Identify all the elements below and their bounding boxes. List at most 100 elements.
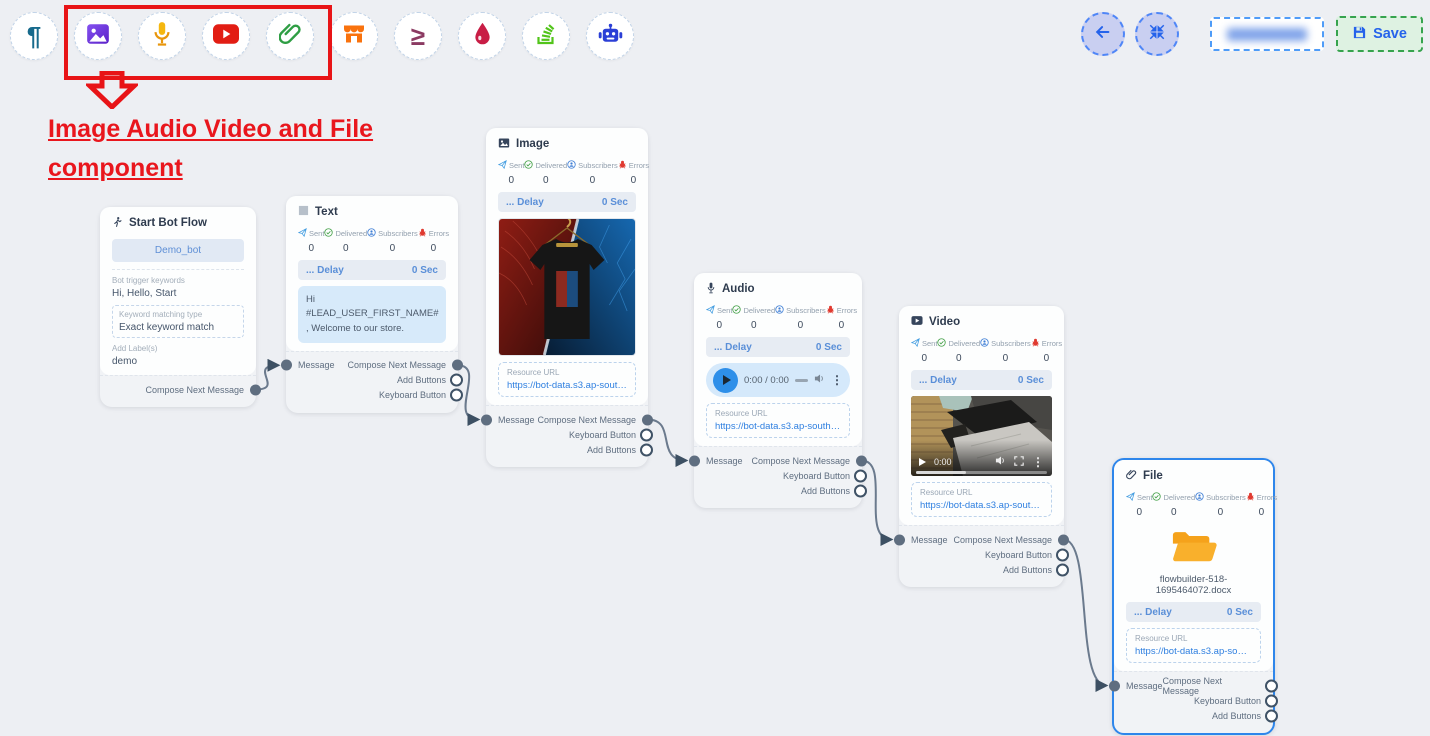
port-message: Message bbox=[706, 456, 743, 466]
node-file[interactable]: File Sent0 Delivered0 Subscribers0 Error… bbox=[1112, 458, 1275, 735]
flow-canvas[interactable]: ¶ ≥ bbox=[0, 0, 1430, 736]
image-preview[interactable] bbox=[498, 218, 636, 356]
keyword-matching-field[interactable]: Keyword matching type Exact keyword matc… bbox=[112, 305, 244, 338]
toolbar-condition-button[interactable]: ≥ bbox=[394, 12, 442, 60]
toolbar-paragraph-button[interactable]: ¶ bbox=[10, 12, 58, 60]
node-start-bot-flow[interactable]: Start Bot Flow Demo_bot Bot trigger keyw… bbox=[100, 207, 256, 407]
output-handle-add-buttons[interactable] bbox=[1265, 709, 1278, 722]
delay-bar[interactable]: ... Delay0 Sec bbox=[498, 192, 636, 212]
sent-icon bbox=[1126, 492, 1135, 503]
resource-url-link[interactable]: https://bot-data.s3.ap-southeast-1.wasab… bbox=[1135, 646, 1252, 657]
greater-equal-icon: ≥ bbox=[411, 23, 425, 49]
node-title: File bbox=[1143, 470, 1163, 482]
delay-bar[interactable]: ... Delay0 Sec bbox=[1126, 602, 1261, 622]
toolbar-store-button[interactable] bbox=[330, 12, 378, 60]
subscriber-icon bbox=[1195, 492, 1204, 503]
delay-bar[interactable]: ... Delay0 Sec bbox=[911, 370, 1052, 390]
speaker-icon[interactable] bbox=[814, 373, 825, 387]
input-handle[interactable] bbox=[281, 360, 292, 371]
output-handle-keyboard[interactable] bbox=[1265, 694, 1278, 707]
output-handle-add-buttons[interactable] bbox=[1056, 563, 1069, 576]
audio-time: 0:00 / 0:00 bbox=[744, 375, 789, 386]
output-handle[interactable] bbox=[642, 414, 653, 425]
bot-name-pill[interactable]: Demo_bot bbox=[112, 239, 244, 262]
folder-icon bbox=[1126, 528, 1261, 568]
speaker-icon[interactable] bbox=[995, 455, 1006, 469]
store-icon bbox=[342, 22, 366, 51]
node-title: Text bbox=[315, 206, 338, 218]
port-keyboard-button: Keyboard Button bbox=[985, 550, 1052, 560]
resource-url-box: Resource URL https://bot-data.s3.ap-sout… bbox=[498, 362, 636, 397]
check-circle-icon bbox=[324, 228, 333, 239]
kebab-menu-icon[interactable]: ⋮ bbox=[831, 373, 843, 387]
input-handle[interactable] bbox=[894, 534, 905, 545]
node-video[interactable]: Video Sent0 Delivered0 Subscribers0 Erro… bbox=[899, 306, 1064, 587]
node-image[interactable]: Image Sent0 Delivered0 Subscribers0 Erro… bbox=[486, 128, 648, 467]
port-keyboard-button: Keyboard Button bbox=[783, 471, 850, 481]
text-block-icon bbox=[298, 205, 309, 219]
play-icon[interactable] bbox=[919, 458, 926, 466]
resource-url-link[interactable]: https://bot-data.s3.ap-southeast-1.wasab… bbox=[507, 380, 627, 391]
file-name: flowbuilder-518-1695464072.docx bbox=[1126, 574, 1261, 596]
video-player[interactable]: 0:00 ⋮ bbox=[911, 396, 1052, 476]
bot-trigger-keywords-value[interactable]: Hi, Hello, Start bbox=[112, 288, 244, 299]
node-text[interactable]: Text Sent0 Delivered0 Subscribers0 Error… bbox=[286, 196, 458, 413]
check-circle-icon bbox=[732, 305, 741, 316]
port-compose-next-message: Compose Next Message bbox=[751, 456, 850, 466]
port-add-buttons: Add Buttons bbox=[587, 445, 636, 455]
output-handle-add-buttons[interactable] bbox=[854, 484, 867, 497]
add-labels-value[interactable]: demo bbox=[112, 356, 244, 367]
sent-icon bbox=[706, 305, 715, 316]
resource-url-link[interactable]: https://bot-data.s3.ap-southeast-1.wasab… bbox=[715, 421, 841, 432]
blurred-action-button[interactable] bbox=[1210, 17, 1324, 51]
port-message: Message bbox=[911, 535, 948, 545]
check-circle-icon bbox=[937, 338, 946, 349]
output-handle-keyboard[interactable] bbox=[854, 469, 867, 482]
port-compose-next-message: Compose Next Message bbox=[347, 360, 446, 370]
sent-icon bbox=[298, 228, 307, 239]
toolbar-droplet-button[interactable] bbox=[458, 12, 506, 60]
output-handle-keyboard[interactable] bbox=[640, 428, 653, 441]
fullscreen-icon[interactable] bbox=[1014, 456, 1024, 469]
resource-url-box: Resource URL https://bot-data.s3.ap-sout… bbox=[706, 403, 850, 438]
message-text[interactable]: Hi #LEAD_USER_FIRST_NAME# , Welcome to o… bbox=[298, 286, 446, 343]
bug-icon bbox=[1031, 338, 1040, 349]
kebab-menu-icon[interactable]: ⋮ bbox=[1032, 455, 1044, 469]
bug-icon bbox=[1246, 492, 1255, 503]
fit-view-button[interactable] bbox=[1135, 12, 1179, 56]
port-message: Message bbox=[498, 415, 535, 425]
stats-row: Sent0 Delivered0 Subscribers0 Errors0 bbox=[298, 228, 446, 254]
output-handle-keyboard[interactable] bbox=[450, 389, 463, 402]
video-progress-bar[interactable] bbox=[916, 471, 1047, 474]
output-handle-add-buttons[interactable] bbox=[450, 374, 463, 387]
delay-bar[interactable]: ... Delay0 Sec bbox=[706, 337, 850, 357]
annotation-down-arrow-icon bbox=[86, 71, 138, 114]
output-handle-add-buttons[interactable] bbox=[640, 443, 653, 456]
check-circle-icon bbox=[524, 160, 533, 171]
input-handle[interactable] bbox=[689, 455, 700, 466]
output-handle[interactable] bbox=[1265, 679, 1278, 692]
toolbar-layers-button[interactable] bbox=[522, 12, 570, 60]
output-handle[interactable] bbox=[250, 384, 261, 395]
output-handle[interactable] bbox=[856, 455, 867, 466]
audio-progress-bar[interactable] bbox=[795, 379, 808, 382]
bug-icon bbox=[418, 228, 427, 239]
audio-player[interactable]: 0:00 / 0:00 ⋮ bbox=[706, 363, 850, 397]
node-title: Video bbox=[929, 316, 960, 328]
node-audio[interactable]: Audio Sent0 Delivered0 Subscribers0 Erro… bbox=[694, 273, 862, 508]
output-handle-keyboard[interactable] bbox=[1056, 548, 1069, 561]
resource-url-link[interactable]: https://bot-data.s3.ap-southeast-1.wasab… bbox=[920, 500, 1043, 511]
save-button[interactable]: Save bbox=[1336, 16, 1423, 52]
toolbar-robot-button[interactable] bbox=[586, 12, 634, 60]
node-title: Image bbox=[516, 138, 549, 150]
input-handle[interactable] bbox=[1109, 680, 1120, 691]
play-button[interactable] bbox=[713, 368, 738, 393]
stats-row: Sent0 Delivered0 Subscribers0 Errors0 bbox=[706, 305, 850, 331]
output-handle[interactable] bbox=[452, 360, 463, 371]
input-handle[interactable] bbox=[481, 414, 492, 425]
back-button[interactable] bbox=[1081, 12, 1125, 56]
delay-bar[interactable]: ... Delay0 Sec bbox=[298, 260, 446, 280]
output-handle[interactable] bbox=[1058, 534, 1069, 545]
resource-url-box: Resource URL https://bot-data.s3.ap-sout… bbox=[1126, 628, 1261, 663]
divider bbox=[112, 269, 244, 270]
